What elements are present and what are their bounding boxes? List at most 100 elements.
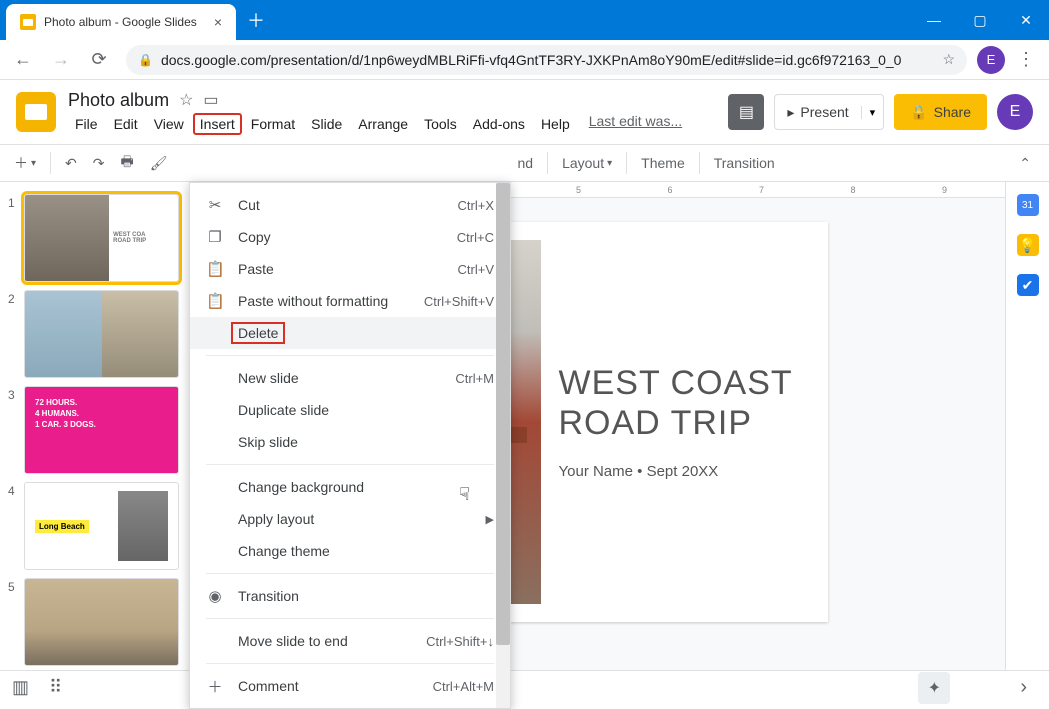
back-button[interactable]: ← (6, 43, 40, 77)
browser-menu-button[interactable]: ⋮ (1009, 49, 1043, 70)
slide-title: WEST COAST ROAD TRIP (559, 364, 810, 442)
collapse-toolbar-button[interactable]: ⌃ (1009, 151, 1041, 176)
close-window-button[interactable]: ✕ (1003, 0, 1049, 40)
slide-number: 4 (8, 482, 18, 570)
ctx-move-slide-to-end[interactable]: Move slide to endCtrl+Shift+↓ (190, 625, 510, 657)
menu-format[interactable]: Format (244, 113, 302, 135)
menu-view[interactable]: View (147, 113, 191, 135)
slide-number: 5 (8, 578, 18, 666)
toolbar: ＋ ▾ ↶ ↷ 🖶 🖌 nd Layout▾ Theme Transition … (0, 144, 1049, 182)
reload-button[interactable]: ⟳ (82, 43, 116, 77)
scrollbar-track[interactable] (496, 183, 510, 708)
minimize-button[interactable]: — (911, 0, 957, 40)
menu-tools[interactable]: Tools (417, 113, 464, 135)
redo-button[interactable]: ↷ (87, 151, 111, 176)
slide-thumbnail-3[interactable]: 72 HOURS. 4 HUMANS. 1 CAR. 3 DOGS. (24, 386, 179, 474)
tab-title: Photo album - Google Slides (44, 15, 197, 29)
move-icon[interactable]: ▭ (203, 90, 218, 110)
transition-button[interactable]: Transition (708, 151, 781, 175)
filmstrip-view-button[interactable]: ▥ (12, 677, 29, 698)
document-title[interactable]: Photo album (68, 90, 169, 111)
menu-file[interactable]: File (68, 113, 105, 135)
menu-slide[interactable]: Slide (304, 113, 349, 135)
slides-favicon (20, 14, 36, 30)
menu-addons[interactable]: Add-ons (466, 113, 532, 135)
ctx-icon: ❐ (206, 228, 224, 246)
slide-number: 1 (8, 194, 18, 282)
ctx-icon: ◉ (206, 587, 224, 605)
window-titlebar: Photo album - Google Slides × ＋ — ▢ ✕ (0, 0, 1049, 40)
menu-insert[interactable]: Insert (193, 113, 242, 135)
ctx-duplicate-slide[interactable]: Duplicate slide (190, 394, 510, 426)
comments-button[interactable]: ▤ (728, 94, 764, 130)
theme-button[interactable]: Theme (635, 151, 691, 175)
submenu-arrow-icon: ▶ (486, 513, 494, 526)
slide-number: 2 (8, 290, 18, 378)
bookmark-icon[interactable]: ☆ (942, 51, 955, 68)
address-bar: ← → ⟳ 🔒 docs.google.com/presentation/d/1… (0, 40, 1049, 80)
slide-thumbnail-1[interactable]: WEST COAROAD TRIP (24, 194, 179, 282)
undo-button[interactable]: ↶ (59, 151, 83, 176)
ctx-comment[interactable]: ＋CommentCtrl+Alt+M (190, 670, 510, 702)
slide-text-area[interactable]: WEST COAST ROAD TRIP Your Name • Sept 20… (559, 240, 810, 604)
keep-icon[interactable]: 💡 (1017, 234, 1039, 256)
slide-thumbnail-2[interactable] (24, 290, 179, 378)
present-button[interactable]: ▸Present ▾ (774, 94, 884, 130)
ctx-icon: 📋 (206, 260, 224, 278)
slide-thumbnail-5[interactable] (24, 578, 179, 666)
lock-icon: 🔒 (910, 104, 927, 121)
slide-number: 3 (8, 386, 18, 474)
menu-help[interactable]: Help (534, 113, 577, 135)
lock-icon: 🔒 (138, 53, 153, 67)
ctx-change-theme[interactable]: Change theme (190, 535, 510, 567)
tasks-icon[interactable]: ✔ (1017, 274, 1039, 296)
play-icon: ▸ (787, 104, 794, 121)
ctx-skip-slide[interactable]: Skip slide (190, 426, 510, 458)
ctx-icon: ＋ (206, 676, 224, 697)
ctx-change-background[interactable]: Change background (190, 471, 510, 503)
grid-view-button[interactable]: ⠿ (49, 677, 62, 698)
calendar-icon[interactable]: 31 (1017, 194, 1039, 216)
explore-button[interactable]: ✦ (918, 672, 950, 704)
forward-button[interactable]: → (44, 43, 78, 77)
new-tab-button[interactable]: ＋ (242, 6, 270, 34)
menu-arrange[interactable]: Arrange (351, 113, 415, 135)
ctx-new-slide[interactable]: New slideCtrl+M (190, 362, 510, 394)
slide-subtitle: Your Name • Sept 20XX (559, 463, 810, 480)
menu-edit[interactable]: Edit (107, 113, 145, 135)
menu-bar: File Edit View Insert Format Slide Arran… (68, 113, 682, 135)
ctx-delete[interactable]: Delete (190, 317, 510, 349)
ctx-paste[interactable]: 📋PasteCtrl+V (190, 253, 510, 285)
ctx-transition[interactable]: ◉Transition (190, 580, 510, 612)
close-tab-icon[interactable]: × (214, 14, 222, 30)
maximize-button[interactable]: ▢ (957, 0, 1003, 40)
paint-format-button[interactable]: 🖌 (144, 151, 174, 176)
slides-app-icon[interactable] (16, 92, 56, 132)
context-menu: ✂CutCtrl+X❐CopyCtrl+C📋PasteCtrl+V📋Paste … (189, 182, 511, 709)
present-dropdown[interactable]: ▾ (861, 106, 884, 119)
account-avatar[interactable]: E (997, 94, 1033, 130)
side-panel: 31 💡 ✔ (1005, 182, 1049, 670)
ctx-paste-without-formatting[interactable]: 📋Paste without formattingCtrl+Shift+V (190, 285, 510, 317)
show-side-panel-button[interactable]: › (1020, 676, 1027, 699)
filmstrip[interactable]: 1 WEST COAROAD TRIP 2 3 72 HOURS. 4 HUMA… (0, 182, 190, 670)
ctx-icon: ✂ (206, 196, 224, 214)
background-button[interactable]: nd (512, 151, 540, 175)
slide-thumbnail-4[interactable]: Long Beach (24, 482, 179, 570)
print-button[interactable]: 🖶 (115, 147, 140, 179)
window-controls: — ▢ ✕ (911, 0, 1049, 40)
ctx-copy[interactable]: ❐CopyCtrl+C (190, 221, 510, 253)
ctx-icon: 📋 (206, 292, 224, 310)
star-icon[interactable]: ☆ (179, 90, 193, 110)
main-area: 1 WEST COAROAD TRIP 2 3 72 HOURS. 4 HUMA… (0, 182, 1049, 670)
browser-tab[interactable]: Photo album - Google Slides × (6, 4, 236, 40)
ctx-cut[interactable]: ✂CutCtrl+X (190, 189, 510, 221)
ctx-apply-layout[interactable]: Apply layout▶ (190, 503, 510, 535)
profile-avatar[interactable]: E (977, 46, 1005, 74)
share-button[interactable]: 🔒Share (894, 94, 987, 130)
last-edit-link[interactable]: Last edit was... (589, 113, 682, 135)
scrollbar-thumb[interactable] (496, 183, 510, 645)
url-input[interactable]: 🔒 docs.google.com/presentation/d/1np6wey… (126, 45, 967, 75)
layout-button[interactable]: Layout▾ (556, 151, 618, 175)
new-slide-button[interactable]: ＋ ▾ (8, 149, 42, 177)
